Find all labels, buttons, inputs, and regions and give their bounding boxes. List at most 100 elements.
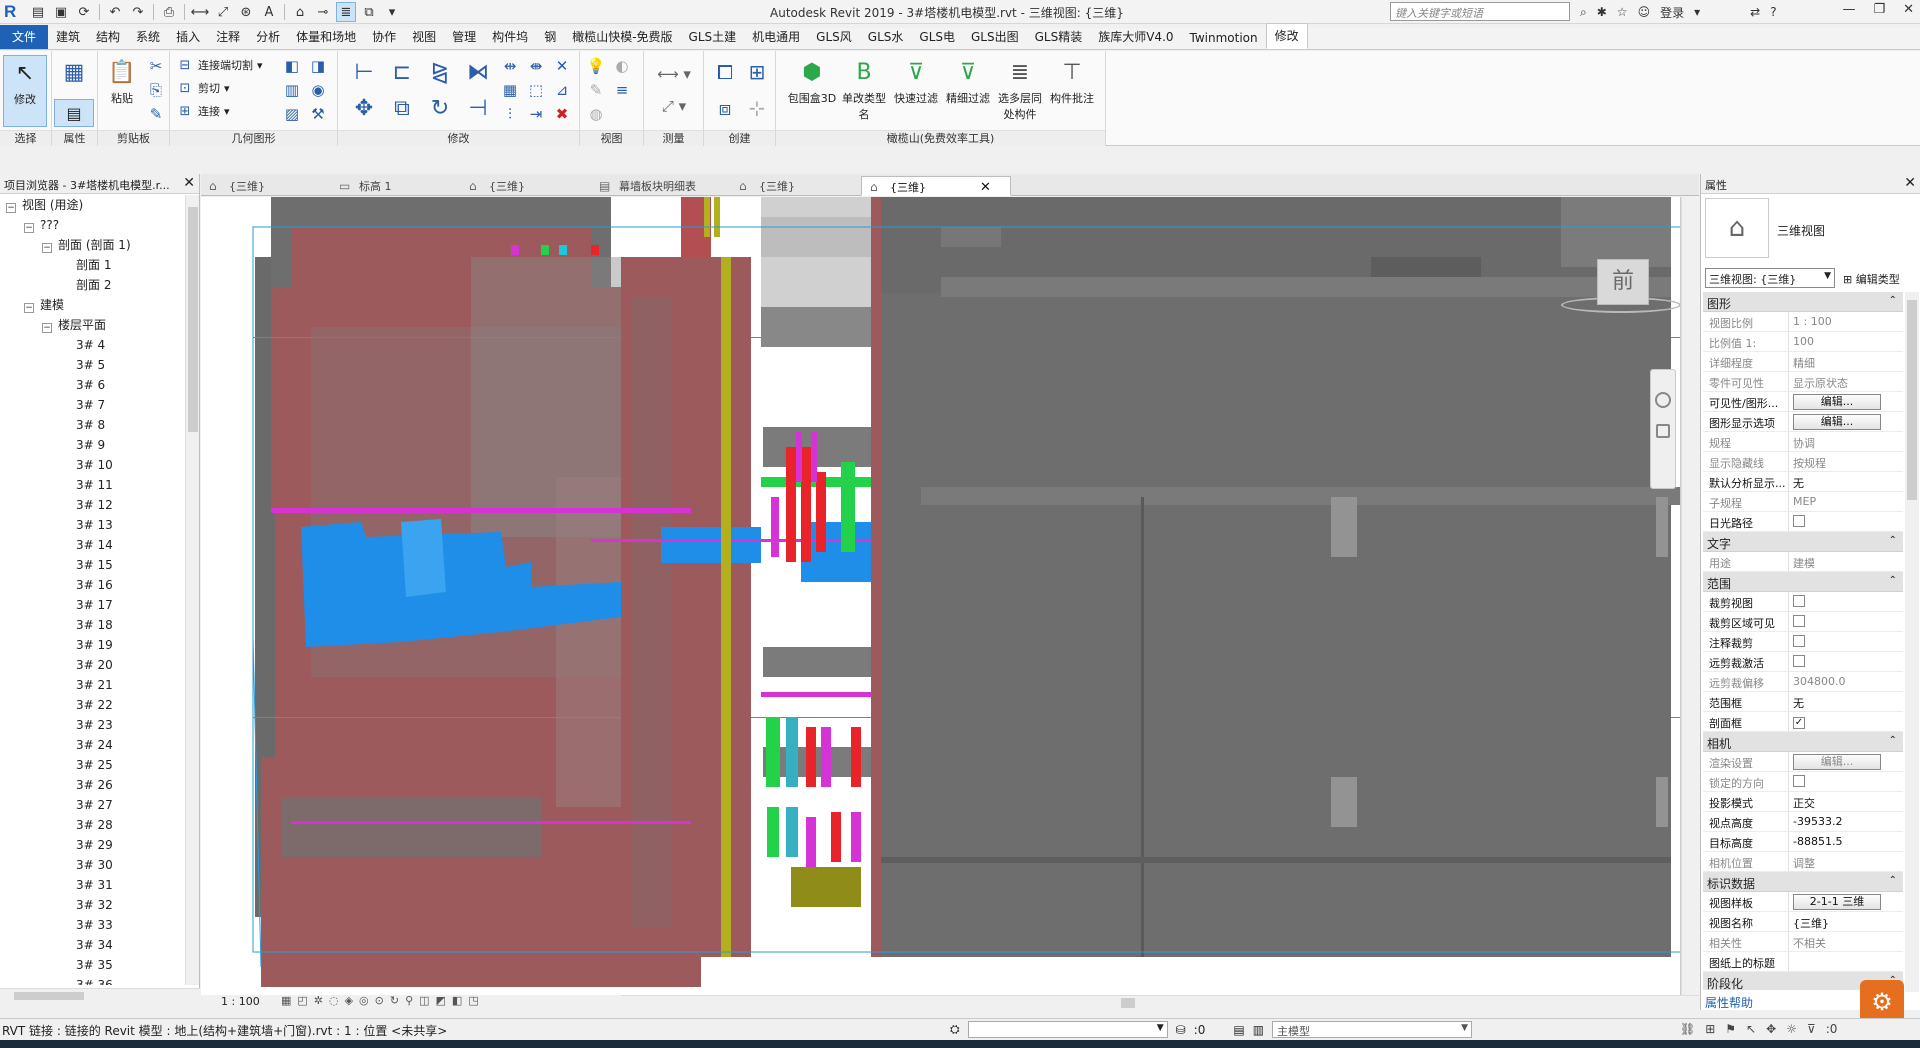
aligned-dimension-icon[interactable]: ⤢ ▾ xyxy=(652,91,696,121)
cope-button[interactable]: ⊟ 连接端切割 ▾ xyxy=(176,55,263,75)
text-icon[interactable]: A xyxy=(259,2,279,22)
favorites-icon[interactable]: ☆ xyxy=(1617,5,1628,19)
delete-icon[interactable]: ✖ xyxy=(550,103,574,125)
hide-icon[interactable]: 💡 xyxy=(584,55,608,77)
trim-multiple-icon[interactable]: ⫶ xyxy=(498,103,522,125)
ribbon-tab[interactable]: 机电通用 xyxy=(744,25,808,49)
viewport-vscrollbar[interactable] xyxy=(1681,197,1699,995)
tree-node[interactable]: 3# 14 xyxy=(0,535,186,555)
modify-button[interactable]: ↖ 修改 xyxy=(3,55,47,127)
tree-node[interactable]: 3# 23 xyxy=(0,715,186,735)
property-group[interactable]: 文字 ⌃ xyxy=(1703,532,1903,552)
match-type-icon[interactable]: ✎ xyxy=(144,103,168,125)
array-icon[interactable]: ▦ xyxy=(498,79,522,101)
property-value[interactable]: 正交 xyxy=(1789,792,1903,811)
tree-node[interactable]: − 剖面 (剖面 1) xyxy=(0,235,186,255)
property-checkbox[interactable] xyxy=(1793,655,1805,667)
thin-lines-icon[interactable]: ≣ xyxy=(336,2,356,22)
view-tab[interactable]: ▭ 标高 1 xyxy=(331,176,459,196)
unpin-icon[interactable]: ✕ xyxy=(550,55,574,77)
subscription-icon[interactable]: ✱ xyxy=(1597,5,1607,19)
create-parts-icon[interactable]: ⧠ xyxy=(710,55,740,89)
property-edit-button[interactable]: 编辑... xyxy=(1793,414,1881,430)
property-value[interactable]: 无 xyxy=(1789,472,1903,491)
exchange-icon[interactable]: ⇄ xyxy=(1750,5,1760,19)
print-icon[interactable]: ⎙ xyxy=(159,2,179,22)
collapse-chevron-icon[interactable]: ⌃ xyxy=(1889,575,1897,586)
project-browser-hscrollbar[interactable] xyxy=(0,988,200,1002)
project-browser-scrollbar[interactable] xyxy=(185,195,199,985)
dropdown-icon[interactable]: ▾ xyxy=(1694,5,1700,19)
3d-viewport[interactable]: 前 xyxy=(201,197,1681,995)
ribbon-tab[interactable]: GLS出图 xyxy=(963,25,1027,49)
tag-icon[interactable]: ⊛ xyxy=(236,2,256,22)
view-tab[interactable]: ⌂ {三维} xyxy=(201,176,329,196)
collapse-toggle-icon[interactable]: − xyxy=(6,203,16,213)
tree-node[interactable]: 3# 4 xyxy=(0,335,186,355)
ribbon-tab[interactable]: 系统 xyxy=(128,25,168,49)
main-model-dropdown[interactable]: 主模型 ▼ xyxy=(1272,1021,1473,1038)
ribbon-tab[interactable]: 修改 xyxy=(1265,23,1308,49)
collapse-chevron-icon[interactable]: ⌃ xyxy=(1889,295,1897,306)
property-group[interactable]: 相机 ⌃ xyxy=(1703,732,1903,752)
viewcube[interactable]: 前 xyxy=(1561,259,1680,319)
ribbon-tab[interactable]: 体量和场地 xyxy=(288,25,364,49)
gls-button[interactable]: ⊽ 快速过滤 xyxy=(890,55,942,127)
split-icon[interactable]: ⇹ xyxy=(498,55,522,77)
ribbon-tab[interactable]: GLS风 xyxy=(808,25,860,49)
property-value[interactable]: 无 xyxy=(1789,692,1903,711)
mirror-draw-icon[interactable]: ⧑ xyxy=(460,55,496,89)
viewcube-face[interactable]: 前 xyxy=(1597,259,1649,305)
ribbon-tab[interactable]: 协作 xyxy=(364,25,404,49)
worksets-icon[interactable]: ⛭ xyxy=(950,1022,960,1037)
reveal-icon[interactable]: ◍ xyxy=(584,103,608,125)
tree-node[interactable]: 3# 30 xyxy=(0,855,186,875)
collapse-toggle-icon[interactable]: − xyxy=(42,243,52,253)
ribbon-tab[interactable]: 文件 xyxy=(0,25,49,49)
select-pinned-icon[interactable]: ⚑ xyxy=(1725,1022,1736,1036)
property-edit-button[interactable]: 2-1-1 三维 xyxy=(1793,894,1881,910)
redo-icon[interactable]: ↷ xyxy=(128,2,148,22)
property-group[interactable]: 标识数据 ⌃ xyxy=(1703,872,1903,892)
ribbon-tab[interactable]: 结构 xyxy=(88,25,128,49)
rotate-icon[interactable]: ↻ xyxy=(422,91,458,125)
property-edit-button[interactable]: 编辑... xyxy=(1793,394,1881,410)
tree-node[interactable]: 剖面 2 xyxy=(0,275,186,295)
gls-button[interactable]: ≣ 选多层同处构件 xyxy=(994,55,1046,127)
create-group-icon[interactable]: ⊞ xyxy=(742,55,772,89)
ribbon-tab[interactable]: GLS土建 xyxy=(681,25,745,49)
tree-node[interactable]: 3# 31 xyxy=(0,875,186,895)
collapse-chevron-icon[interactable]: ⌃ xyxy=(1889,535,1897,546)
trim-icon[interactable]: ⊣ xyxy=(460,91,496,125)
offset-icon[interactable]: ⊏ xyxy=(384,55,420,89)
tree-node[interactable]: − 楼层平面 xyxy=(0,315,186,335)
split-gap-icon[interactable]: ⇼ xyxy=(524,55,548,77)
property-value[interactable] xyxy=(1789,952,1903,971)
search-input[interactable]: 键入关键字或短语 xyxy=(1390,2,1570,21)
property-edit-button[interactable]: 编辑... xyxy=(1793,754,1881,770)
tree-node[interactable]: 3# 5 xyxy=(0,355,186,375)
tree-node[interactable]: 3# 7 xyxy=(0,395,186,415)
dimension-icon[interactable]: ⤢ xyxy=(213,2,233,22)
filter-icon[interactable]: ⊽ xyxy=(1807,1022,1816,1036)
tree-node[interactable]: 3# 19 xyxy=(0,635,186,655)
user-icon[interactable]: ☺ xyxy=(1638,5,1651,19)
paint-icon[interactable]: ▥ xyxy=(280,79,304,101)
tree-node[interactable]: 3# 24 xyxy=(0,735,186,755)
property-group[interactable]: 图形 ⌃ xyxy=(1703,292,1903,312)
panel-label-select[interactable]: 选择 xyxy=(0,130,51,146)
tree-node[interactable]: 3# 18 xyxy=(0,615,186,635)
property-checkbox[interactable] xyxy=(1793,515,1805,527)
background-process-icon[interactable]: ☼ xyxy=(1786,1022,1797,1036)
tree-node[interactable]: 3# 28 xyxy=(0,815,186,835)
collapse-toggle-icon[interactable]: − xyxy=(24,303,34,313)
tree-node[interactable]: 3# 36 xyxy=(0,975,186,985)
join-button[interactable]: ⊞ 连接 ▾ xyxy=(176,101,230,121)
align-icon[interactable]: ⊢ xyxy=(346,55,382,89)
cut-geometry-button[interactable]: ⊡ 剪切 ▾ xyxy=(176,78,230,98)
gls-button[interactable]: ⊤ 构件批注 xyxy=(1046,55,1098,127)
ribbon-tab[interactable]: Twinmotion xyxy=(1182,28,1266,49)
ribbon-tab[interactable]: 管理 xyxy=(444,25,484,49)
pin-icon[interactable]: ⊿ xyxy=(550,79,574,101)
ribbon-tab[interactable]: 族库大师V4.0 xyxy=(1090,25,1181,49)
